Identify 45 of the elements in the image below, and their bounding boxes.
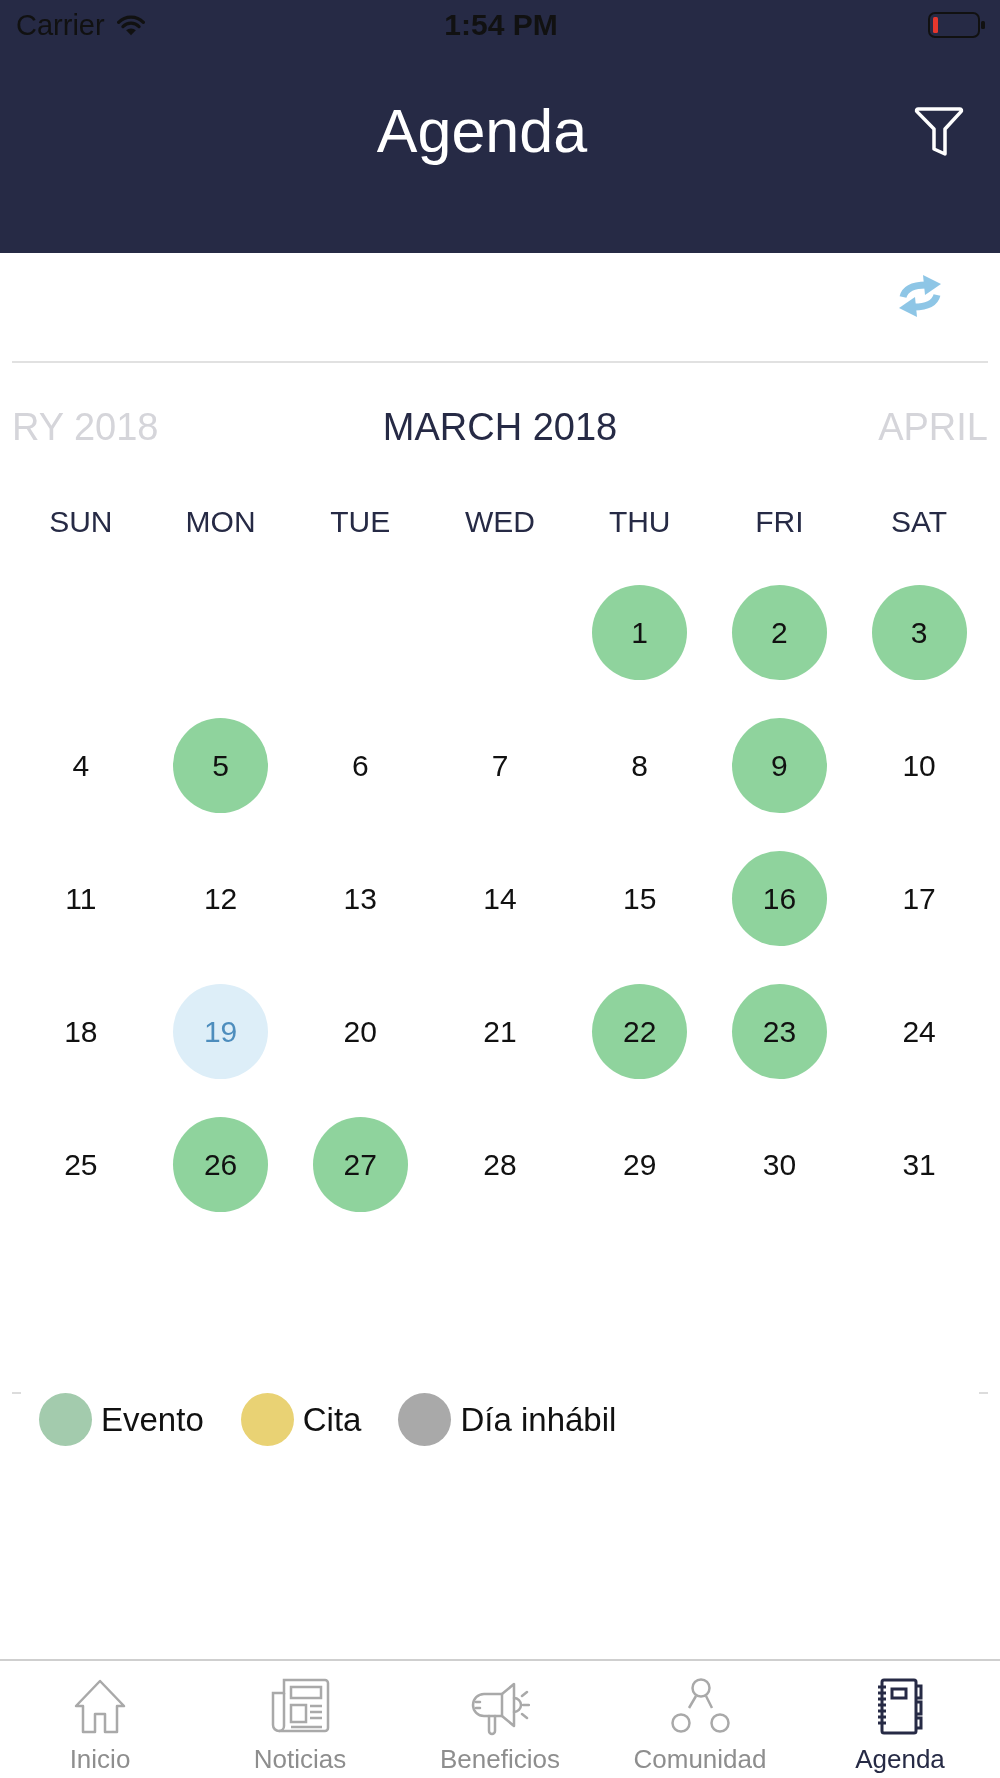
calendar-day[interactable]: 25 <box>33 1117 129 1212</box>
weekday-label: TUE <box>330 504 391 540</box>
weekday-label: FRI <box>755 504 804 540</box>
calendar-day[interactable]: 1 <box>592 585 688 680</box>
calendar-day[interactable]: 5 <box>173 718 269 813</box>
calendar-day[interactable]: 11 <box>33 851 129 946</box>
calendar-day[interactable]: 12 <box>173 851 269 946</box>
tab-button[interactable]: Agenda <box>800 1661 1000 1778</box>
legend-label: Evento <box>101 1400 204 1439</box>
calendar-day[interactable]: 7 <box>452 718 548 813</box>
calendar-day[interactable]: 9 <box>731 718 827 813</box>
month-label[interactable]: MARCH 2018 <box>382 405 618 449</box>
weekday-label: SUN <box>49 504 113 540</box>
weekday-label: THU <box>608 504 671 540</box>
calendar-day[interactable]: 14 <box>452 851 548 946</box>
calendar-day[interactable]: 4 <box>33 718 129 813</box>
calendar-day[interactable]: 31 <box>871 1117 967 1212</box>
calendar-day[interactable]: 29 <box>592 1117 688 1212</box>
calendar-day[interactable]: 22 <box>592 984 688 1079</box>
calendar-day[interactable]: 24 <box>871 984 967 1079</box>
calendar-day[interactable]: 26 <box>173 1117 269 1212</box>
calendar-day[interactable]: 18 <box>33 984 129 1079</box>
wifi-icon <box>116 14 145 36</box>
calendar-day[interactable]: 15 <box>592 851 688 946</box>
calendar-day[interactable]: 21 <box>452 984 548 1079</box>
weekday-label: MON <box>185 504 256 540</box>
legend-label: Día inhábil <box>460 1400 617 1439</box>
calendar-day[interactable]: 17 <box>871 851 967 946</box>
filter-icon[interactable] <box>914 104 964 158</box>
calendar-day[interactable]: 27 <box>312 1117 408 1212</box>
legend-label: Cita <box>302 1400 362 1439</box>
weekday-label: SAT <box>891 504 948 540</box>
calendar-day[interactable]: 8 <box>592 718 688 813</box>
calendar-day[interactable]: 3 <box>871 585 967 680</box>
calendar-day[interactable]: 2 <box>731 585 827 680</box>
calendar-day[interactable]: 16 <box>731 851 827 946</box>
calendar-day[interactable]: 13 <box>312 851 408 946</box>
calendar-day[interactable]: 28 <box>452 1117 548 1212</box>
battery-icon <box>928 12 986 38</box>
calendar-day[interactable]: 20 <box>312 984 408 1079</box>
calendar-day[interactable]: 6 <box>312 718 408 813</box>
calendar-day[interactable]: 10 <box>871 718 967 813</box>
calendar-day[interactable]: 30 <box>731 1117 827 1212</box>
weekday-label: WED <box>465 504 535 540</box>
calendar-day[interactable]: 23 <box>731 984 827 1079</box>
